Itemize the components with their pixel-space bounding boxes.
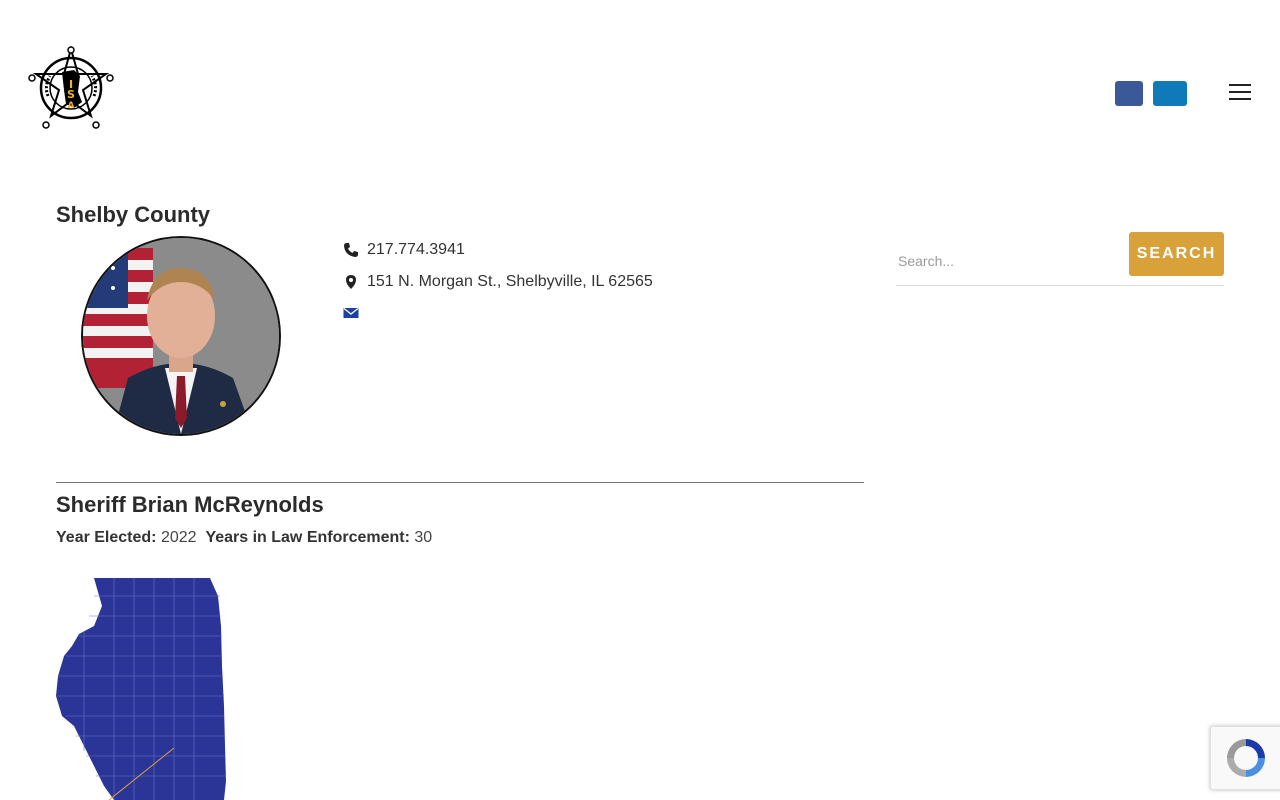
phone-row[interactable]: 217.774.3941 — [343, 241, 465, 259]
search-widget: SEARCH — [896, 232, 1224, 286]
svg-text:A: A — [68, 101, 75, 111]
recaptcha-badge[interactable] — [1210, 726, 1280, 790]
site-header: I S A — [0, 0, 1280, 180]
address-text: 151 N. Morgan St., Shelbyville, IL 62565 — [367, 273, 653, 290]
section-divider — [56, 482, 864, 483]
email-row[interactable] — [343, 305, 367, 321]
year-elected-value: 2022 — [160, 529, 197, 546]
year-elected-label: Year Elected: — [56, 529, 157, 546]
sheriff-stats: Year Elected: 2022 Years in Law Enforcem… — [56, 529, 432, 547]
sheriff-photo — [81, 236, 281, 436]
phone-icon — [344, 243, 358, 257]
hamburger-menu-icon[interactable] — [1229, 83, 1253, 101]
envelope-icon[interactable] — [343, 305, 359, 321]
linkedin-link[interactable] — [1153, 81, 1187, 106]
years-le-value: 30 — [414, 529, 433, 546]
years-le-label: Years in Law Enforcement: — [205, 529, 410, 546]
phone-number[interactable]: 217.774.3941 — [367, 241, 465, 259]
site-logo[interactable]: I S A — [28, 46, 114, 130]
illinois-county-map[interactable] — [54, 576, 229, 800]
search-button[interactable]: SEARCH — [1129, 232, 1224, 276]
sheriff-name: Sheriff Brian McReynolds — [56, 492, 324, 517]
map-marker-icon — [346, 275, 356, 289]
search-input[interactable] — [896, 246, 1120, 276]
svg-text:S: S — [67, 88, 75, 101]
county-title: Shelby County — [56, 202, 211, 227]
address-row: 151 N. Morgan St., Shelbyville, IL 62565 — [343, 273, 653, 291]
recaptcha-icon — [1227, 739, 1265, 777]
facebook-link[interactable] — [1115, 81, 1143, 106]
